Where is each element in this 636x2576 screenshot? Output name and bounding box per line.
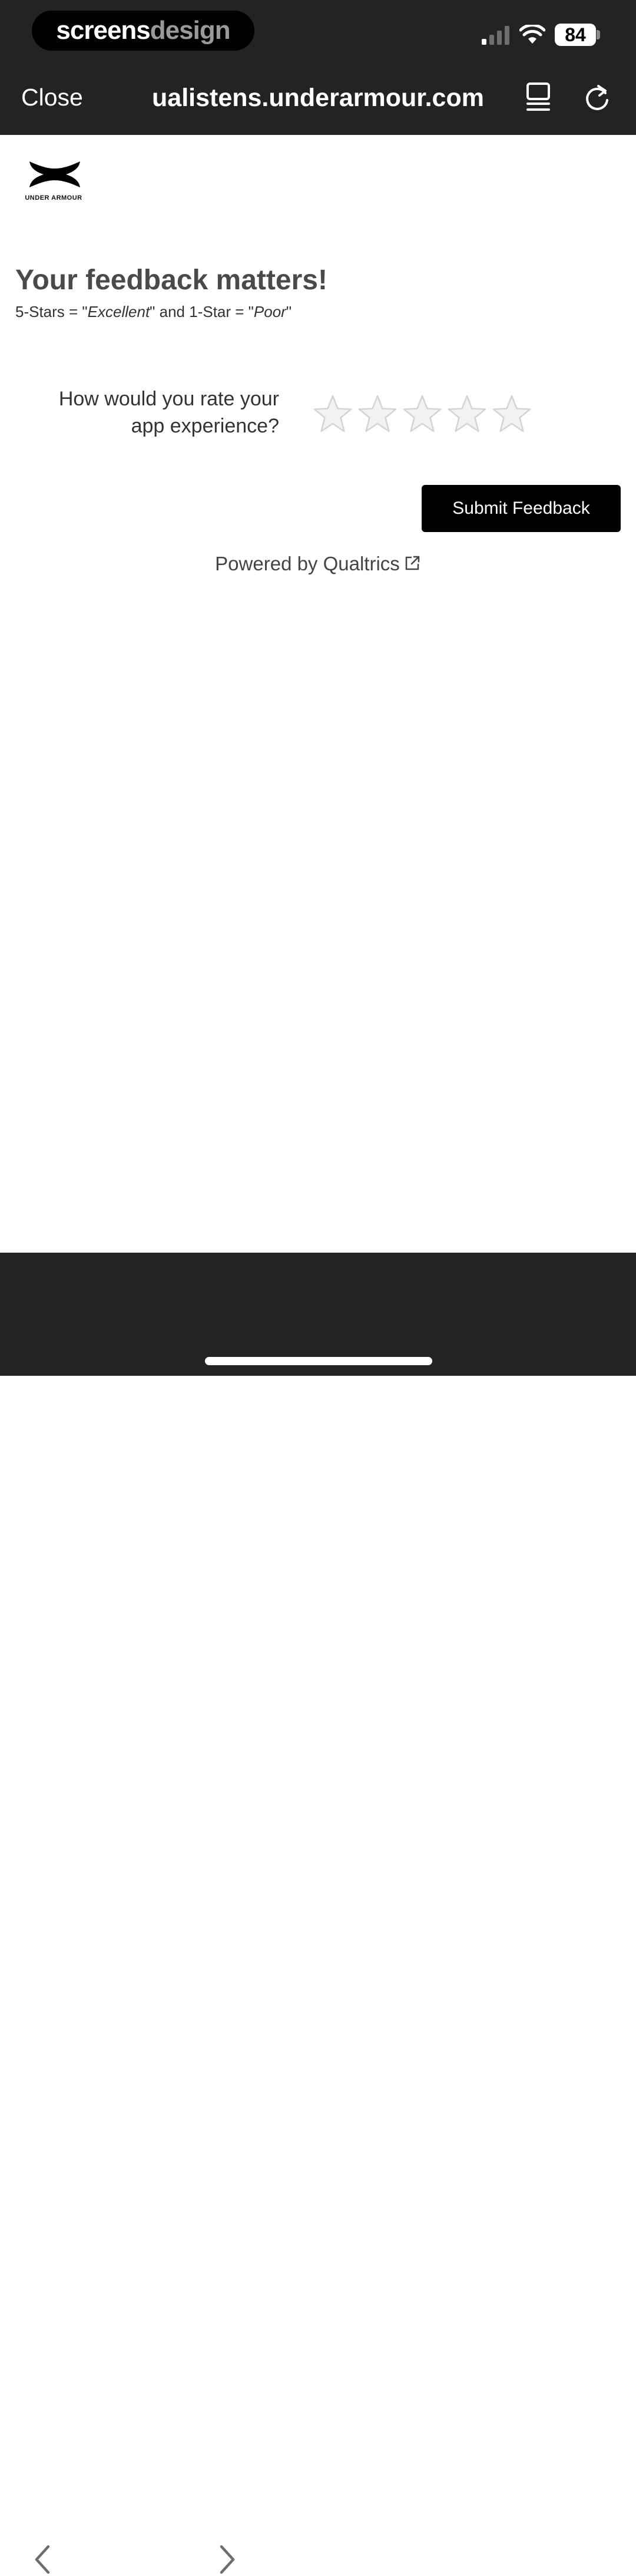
scale-prefix: 5-Stars = " [15, 303, 88, 321]
star-rating [312, 394, 532, 435]
star-5-icon[interactable] [491, 394, 532, 435]
compass-icon[interactable] [570, 2528, 605, 2563]
under-armour-logo [29, 161, 80, 187]
reload-icon[interactable] [582, 82, 612, 113]
watermark-part-b: design [150, 16, 231, 45]
chevron-left-icon[interactable] [31, 2543, 54, 2576]
screensdesign-watermark: screens design [32, 11, 254, 51]
wifi-icon [519, 25, 545, 44]
chevron-right-icon[interactable] [216, 2543, 239, 2576]
scale-middle: " and 1-Star = " [150, 303, 254, 321]
watermark-part-a: screens [56, 16, 150, 45]
cellular-signal-icon [482, 26, 509, 45]
submit-feedback-button[interactable]: Submit Feedback [422, 485, 621, 532]
star-3-icon[interactable] [402, 394, 443, 435]
star-1-icon[interactable] [312, 394, 353, 435]
star-2-icon[interactable] [357, 394, 398, 435]
scale-suffix: " [286, 303, 292, 321]
battery-nub [597, 30, 600, 39]
browser-top-bar: screens design 84 Close ualistens.underar… [0, 0, 636, 135]
home-indicator [205, 1357, 432, 1365]
scale-excellent: Excellent [87, 303, 150, 321]
scale-poor: Poor [253, 303, 286, 321]
rating-question: How would you rate your app experience? [58, 388, 279, 437]
reader-mode-icon[interactable] [524, 81, 552, 113]
logo-wordmark: UNDER ARMOUR [25, 194, 82, 202]
share-icon[interactable] [391, 2528, 422, 2563]
powered-by-qualtrics-link[interactable]: Powered by Qualtrics [0, 550, 636, 577]
external-link-icon [405, 556, 420, 570]
powered-by-label: Powered by Qualtrics [215, 553, 400, 574]
star-4-icon[interactable] [446, 394, 488, 435]
rating-scale-note: 5-Stars = "Excellent" and 1-Star = "Poor… [15, 302, 292, 322]
battery-indicator: 84 [555, 24, 596, 46]
close-button[interactable]: Close [21, 82, 83, 112]
url-address[interactable]: ualistens.underarmour.com [135, 81, 501, 114]
page-title: Your feedback matters! [15, 265, 327, 296]
